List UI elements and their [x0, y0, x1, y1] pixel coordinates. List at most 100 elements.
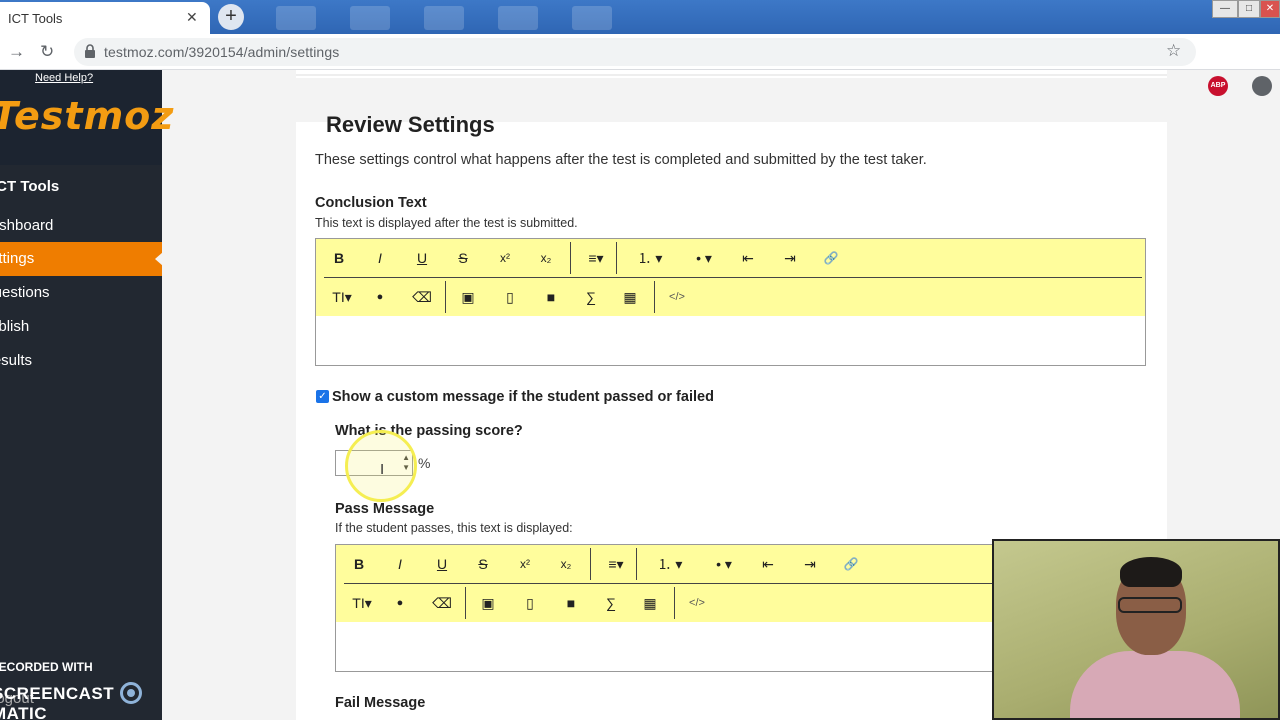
toolbar-separator: [590, 548, 591, 580]
outdent-button[interactable]: ⇤: [734, 246, 762, 270]
bold-button[interactable]: B: [325, 246, 353, 270]
sidebar-item-dashboard[interactable]: Dashboard: [0, 209, 142, 243]
formula-button[interactable]: ∑: [577, 285, 605, 309]
url-text: testmoz.com/3920154/admin/settings: [104, 44, 340, 60]
align-dropdown[interactable]: ≡▾: [598, 552, 634, 576]
conclusion-editor: B I U S x² x₂ ≡▾ ⒈ ▾ • ▾ ⇤ ⇥ 🔗 TI▾ ● ⌫ ▣…: [315, 238, 1146, 366]
page-title: Review Settings: [326, 112, 495, 137]
video-button[interactable]: ■: [557, 591, 585, 615]
strikethrough-button[interactable]: S: [469, 552, 497, 576]
text-size-dropdown[interactable]: TI▾: [325, 285, 359, 309]
video-button[interactable]: ■: [537, 285, 565, 309]
underline-button[interactable]: U: [428, 552, 456, 576]
ordered-list-dropdown[interactable]: ⒈ ▾: [648, 552, 692, 576]
taskbar-ghost-icon: [276, 6, 316, 30]
sidebar-item-label: Settings: [0, 250, 35, 267]
bullet-list-dropdown[interactable]: • ▾: [684, 246, 724, 270]
taskbar-ghost-icon: [498, 6, 538, 30]
toolbar-separator: [616, 242, 617, 274]
adblock-icon[interactable]: ABP: [1208, 76, 1228, 96]
indent-button[interactable]: ⇥: [796, 552, 824, 576]
section-description: These settings control what happens afte…: [315, 152, 927, 168]
toolbar-divider: [324, 277, 1142, 278]
testmoz-logo[interactable]: Testmoz: [0, 94, 174, 138]
custom-message-label[interactable]: Show a custom message if the student pas…: [332, 389, 714, 405]
formula-button[interactable]: ∑: [597, 591, 625, 615]
bold-button[interactable]: B: [345, 552, 373, 576]
presenter-body: [1070, 651, 1240, 718]
record-circle-icon: [120, 682, 143, 704]
watermark-line1: RECORDED WITH: [0, 660, 93, 674]
align-dropdown[interactable]: ≡▾: [578, 246, 614, 270]
outdent-button[interactable]: ⇤: [754, 552, 782, 576]
bullet-list-dropdown[interactable]: • ▾: [704, 552, 744, 576]
new-tab-button[interactable]: +: [218, 4, 244, 30]
presenter-glasses: [1118, 597, 1182, 613]
indent-button[interactable]: ⇥: [776, 246, 804, 270]
superscript-button[interactable]: x²: [511, 552, 539, 576]
watermark-brand-b: MATIC: [0, 704, 48, 720]
toolbar-separator: [636, 548, 637, 580]
close-window-button[interactable]: ✕: [1260, 0, 1280, 18]
sidebar-item-label: Questions: [0, 284, 50, 301]
browser-tab[interactable]: ICT Tools ✕: [0, 2, 210, 34]
sidebar-item-results[interactable]: Results: [0, 344, 144, 378]
taskbar-ghost-icon: [572, 6, 612, 30]
subscript-button[interactable]: x₂: [552, 552, 580, 576]
sidebar-item-settings[interactable]: Settings: [0, 242, 163, 276]
toolbar-separator: [674, 587, 675, 619]
toolbar-separator: [465, 587, 466, 619]
minimize-button[interactable]: —: [1212, 0, 1238, 18]
code-view-button[interactable]: </>: [682, 591, 712, 615]
file-button[interactable]: ▯: [516, 591, 544, 615]
previous-card-edge: [296, 70, 1167, 76]
eraser-button[interactable]: ⌫: [428, 591, 456, 615]
sidebar-header: Need Help? Testmoz: [0, 70, 173, 165]
conclusion-sublabel: This text is displayed after the test is…: [315, 216, 578, 230]
percent-unit: %: [418, 455, 431, 471]
table-button[interactable]: ▦: [636, 591, 664, 615]
watermark-brand-a: SCREENCAST: [0, 684, 115, 703]
forward-arrow-icon[interactable]: →: [8, 42, 25, 62]
screencast-watermark: SCREENCASTMATIC: [0, 682, 162, 720]
taskbar-ghost-icon: [350, 6, 390, 30]
sidebar-item-label: Publish: [0, 318, 30, 335]
pass-message-label: Pass Message: [335, 501, 435, 517]
address-bar-row: → ↻ testmoz.com/3920154/admin/settings ☆…: [0, 34, 1280, 96]
subscript-button[interactable]: x₂: [532, 246, 560, 270]
tab-close-icon[interactable]: ✕: [186, 9, 198, 26]
text-size-dropdown[interactable]: TI▾: [345, 591, 379, 615]
file-button[interactable]: ▯: [496, 285, 524, 309]
menu-kebab-icon[interactable]: ⋮: [1274, 74, 1280, 95]
webcam-overlay: [992, 539, 1280, 720]
italic-button[interactable]: I: [386, 552, 414, 576]
reload-icon[interactable]: ↻: [40, 42, 54, 62]
need-help-link[interactable]: Need Help?: [35, 72, 93, 84]
maximize-button[interactable]: □: [1238, 0, 1260, 18]
text-color-button[interactable]: ●: [366, 285, 394, 309]
toolbar-separator: [570, 242, 571, 274]
omnibox[interactable]: testmoz.com/3920154/admin/settings ☆: [74, 38, 1196, 66]
superscript-button[interactable]: x²: [491, 246, 519, 270]
editor-toolbar: B I U S x² x₂ ≡▾ ⒈ ▾ • ▾ ⇤ ⇥ 🔗 TI▾ ● ⌫ ▣…: [316, 239, 1145, 316]
italic-button[interactable]: I: [366, 246, 394, 270]
strikethrough-button[interactable]: S: [449, 246, 477, 270]
table-button[interactable]: ▦: [616, 285, 644, 309]
bookmark-star-icon[interactable]: ☆: [1166, 41, 1181, 61]
link-button[interactable]: 🔗: [837, 552, 865, 576]
tab-title: ICT Tools: [8, 11, 63, 26]
text-color-button[interactable]: ●: [386, 591, 414, 615]
image-button[interactable]: ▣: [454, 285, 482, 309]
sidebar-item-publish[interactable]: Publish: [0, 310, 142, 344]
code-view-button[interactable]: </>: [662, 285, 692, 309]
image-button[interactable]: ▣: [474, 591, 502, 615]
custom-message-checkbox[interactable]: ✓: [316, 390, 329, 403]
sidebar-item-label: Dashboard: [0, 217, 54, 234]
profile-avatar-icon[interactable]: [1252, 76, 1272, 96]
ordered-list-dropdown[interactable]: ⒈ ▾: [628, 246, 672, 270]
link-button[interactable]: 🔗: [817, 246, 845, 270]
sidebar-item-questions[interactable]: Questions: [0, 276, 144, 310]
underline-button[interactable]: U: [408, 246, 436, 270]
conclusion-label: Conclusion Text: [315, 195, 427, 211]
eraser-button[interactable]: ⌫: [408, 285, 436, 309]
